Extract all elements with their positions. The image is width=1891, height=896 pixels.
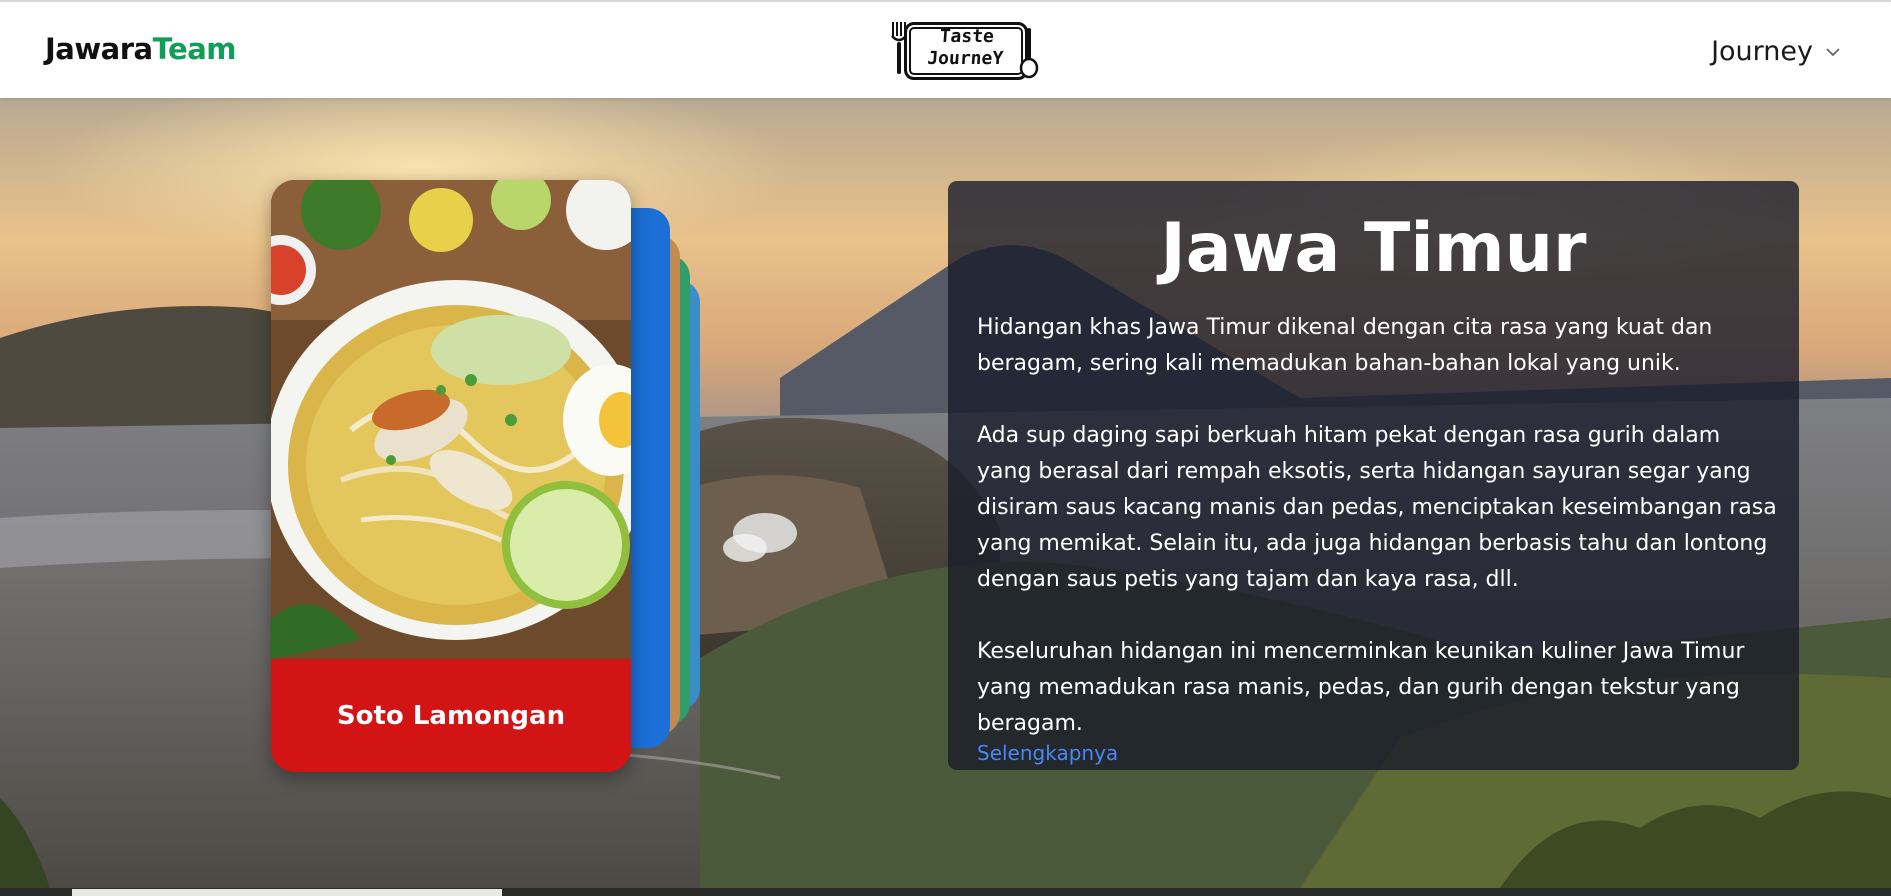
food-card-title: Soto Lamongan <box>336 700 566 731</box>
taste-journey-logo[interactable]: Taste JourneY <box>890 18 1039 80</box>
description-paragraph-3: Keseluruhan hidangan ini mencerminkan ke… <box>977 639 1745 736</box>
spoon-icon <box>1019 28 1039 79</box>
site-header: JawaraTeam Taste JourneY Journey <box>0 2 1891 98</box>
brand-part-2: Team <box>152 32 237 66</box>
journey-dropdown-label: Journey <box>1711 36 1813 67</box>
brand-part-1: Jawara <box>45 32 153 66</box>
region-description: Hidangan khas Jawa Timur dikenal dengan … <box>977 310 1777 768</box>
soto-lamongan-photo <box>271 180 631 659</box>
logo-text: Taste JourneY <box>902 26 1029 70</box>
logo-line-2: JourneY <box>926 48 1004 69</box>
logo-line-1: Taste <box>938 26 995 47</box>
food-card-caption: Soto Lamongan <box>271 659 631 772</box>
brand-logo-text[interactable]: JawaraTeam <box>45 32 236 66</box>
description-paragraph-1: Hidangan khas Jawa Timur dikenal dengan … <box>977 315 1713 376</box>
description-paragraph-2: Ada sup daging sapi berkuah hitam pekat … <box>977 423 1777 592</box>
journey-dropdown[interactable]: Journey <box>1711 36 1841 67</box>
region-info-panel: Jawa Timur Hidangan khas Jawa Timur dike… <box>948 181 1799 770</box>
horizontal-scrollbar-thumb[interactable] <box>72 889 502 896</box>
region-title: Jawa Timur <box>1160 209 1587 288</box>
food-card[interactable]: Soto Lamongan <box>271 180 631 772</box>
read-more-link[interactable]: Selengkapnya <box>977 738 1777 768</box>
chevron-down-icon <box>1826 47 1840 56</box>
